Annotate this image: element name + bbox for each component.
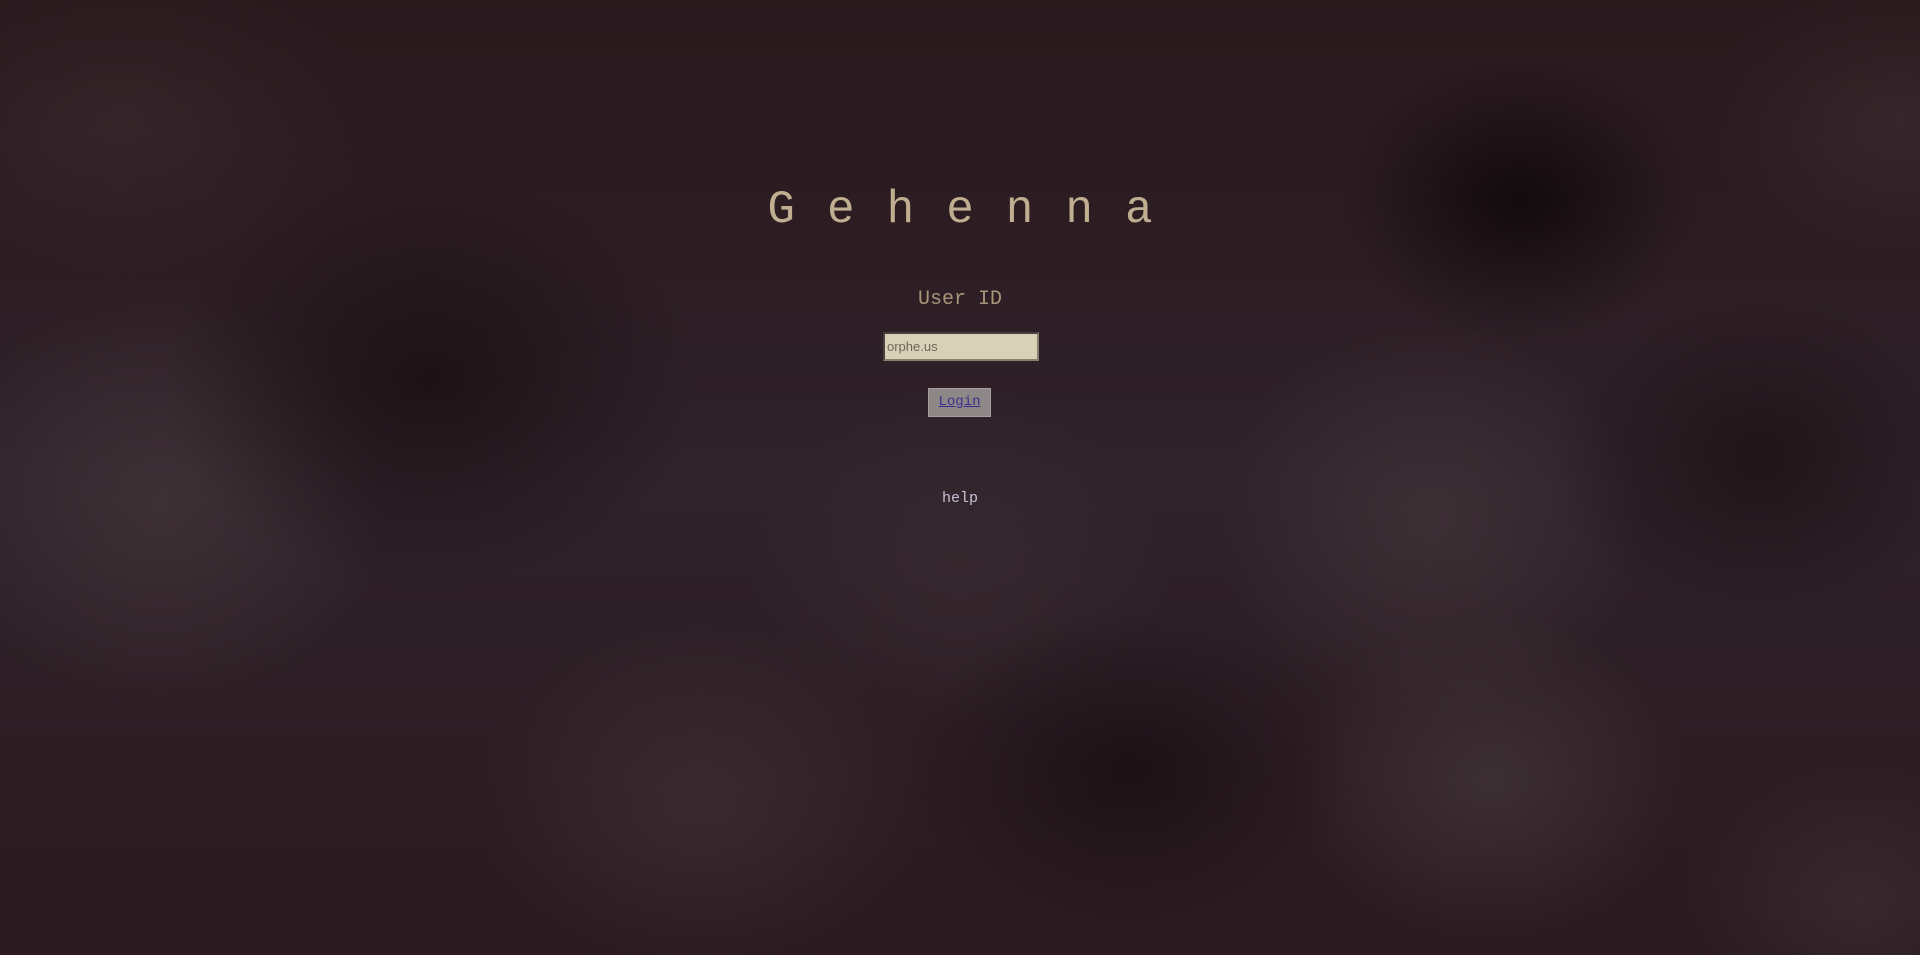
login-panel: Gehenna User ID Login help (0, 0, 1920, 955)
user-id-label: User ID (917, 288, 1002, 311)
help-link-row: help (0, 488, 1920, 509)
login-button[interactable]: Login (928, 388, 991, 417)
user-id-input[interactable] (883, 332, 1039, 361)
app-title: Gehenna (767, 184, 1185, 236)
help-link[interactable]: help (942, 490, 978, 507)
